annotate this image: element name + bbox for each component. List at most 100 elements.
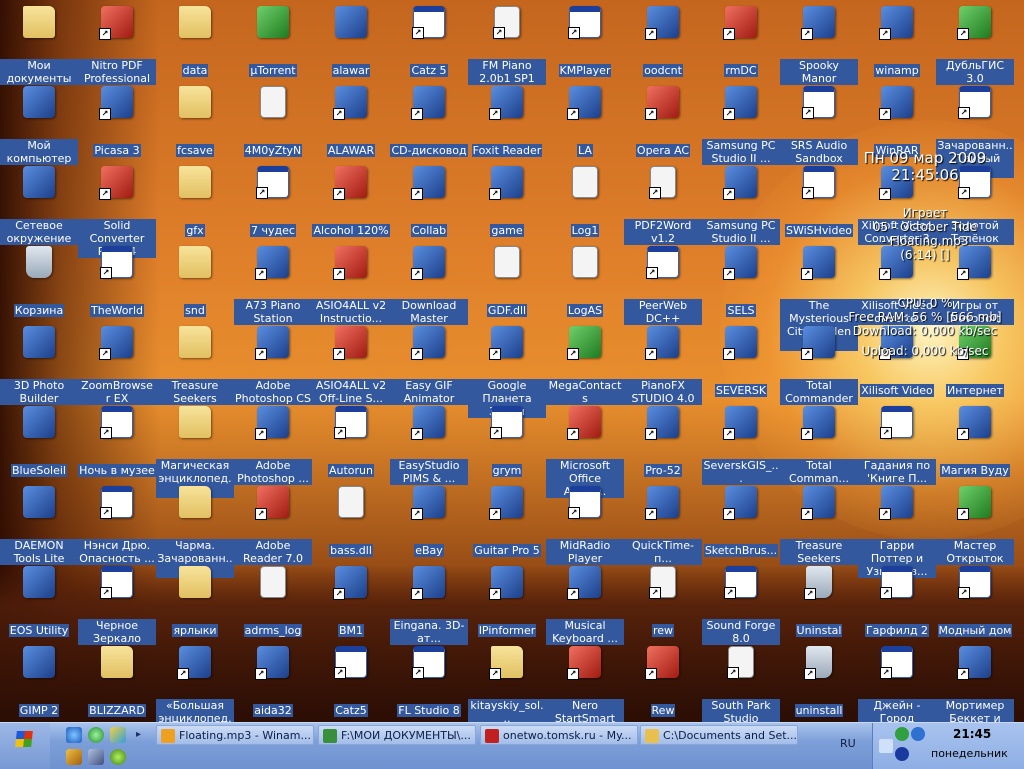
globe-quicklaunch-icon[interactable]	[88, 727, 104, 743]
desktop-icon[interactable]: µTorrent	[234, 2, 312, 80]
desktop-icon[interactable]: ↗ A73 Piano Station	[234, 242, 312, 325]
desktop-icon[interactable]: ↗ Catz5	[312, 642, 390, 720]
desktop-icon[interactable]: ↗ ASIO4ALL v2 Instructio...	[312, 242, 390, 325]
desktop-icon[interactable]: ↗ ALAWAR	[312, 82, 390, 160]
taskbar-button[interactable]: F:\МОИ ДОКУМЕНТЫ\...	[318, 725, 476, 745]
desktop-icon[interactable]: BLIZZARD	[78, 642, 156, 720]
desktop-icon[interactable]: ↗ aida32	[234, 642, 312, 720]
desktop-icon[interactable]: ↗ game	[468, 162, 546, 240]
desktop-icon[interactable]: gfx	[156, 162, 234, 240]
desktop-icon[interactable]: ↗ winamp	[858, 2, 936, 80]
desktop-icon[interactable]: ↗ oodcnt	[624, 2, 702, 80]
desktop-icon[interactable]: ↗ Adobe Photoshop ...	[234, 402, 312, 485]
desktop-icon[interactable]: ↗ EasyStudio PIMS & ...	[390, 402, 468, 485]
desktop-icon[interactable]: ↗ Rew	[624, 642, 702, 720]
desktop-icon[interactable]: snd	[156, 242, 234, 320]
desktop-icon[interactable]: Log1	[546, 162, 624, 240]
desktop-icon[interactable]: ↗ Guitar Pro 5	[468, 482, 546, 560]
desktop-icon[interactable]: ярлыки	[156, 562, 234, 640]
desktop-icon[interactable]: ↗ Alcohol 120%	[312, 162, 390, 240]
start-button[interactable]	[0, 723, 50, 769]
triangle-quicklaunch-icon[interactable]	[110, 727, 126, 743]
desktop-icon[interactable]: ↗Google Планета Земля	[468, 322, 546, 418]
desktop-icon[interactable]: ↗ SRS Audio Sandbox	[780, 82, 858, 165]
chevron-right-icon[interactable]: ▸	[136, 729, 144, 741]
desktop-icon[interactable]: ↗ ASIO4ALL v2 Off-Line S...	[312, 322, 390, 405]
desktop-icon[interactable]: ↗ South Park Studio	[702, 642, 780, 722]
desktop-icon[interactable]: ↗ uninstall	[780, 642, 858, 720]
desktop-icon[interactable]: ↗ Мастер Открыток	[936, 482, 1014, 565]
desktop-icon[interactable]: ↗ Черное Зеркало	[78, 562, 156, 645]
desktop-icon[interactable]: ↗ PDF2Word v1.2	[624, 162, 702, 245]
desktop-icon[interactable]: ↗ TheWorld	[78, 242, 156, 320]
desktop-icon[interactable]: ↗ Sound Forge 8.0	[702, 562, 780, 645]
desktop-icon[interactable]: Сетевое окружение	[0, 162, 78, 245]
desktop-icon[interactable]: ↗Microsoft Office Acces...	[546, 402, 624, 498]
desktop-icon[interactable]: ↗ Uninstal	[780, 562, 858, 640]
desktop-icon[interactable]: ↗ Total Comman...	[780, 402, 858, 485]
desktop-icon[interactable]: ↗ MidRadio Player	[546, 482, 624, 565]
ie-quicklaunch-icon[interactable]	[66, 727, 82, 743]
desktop-icon[interactable]: ↗ Nitro PDF Professional	[78, 2, 156, 85]
desktop-icon[interactable]: Мой компьютер	[0, 82, 78, 165]
desktop-icon[interactable]: ↗ Eingana. 3D-ат...	[390, 562, 468, 645]
desktop-icon[interactable]: ↗ Нэнси Дрю. Опасность ...	[78, 482, 156, 565]
desktop-icon[interactable]: ↗ CD-дисковод	[390, 82, 468, 160]
desktop-icon[interactable]: ↗ kitayskiy_sol...	[468, 642, 546, 722]
desktop-icon[interactable]: ↗ KMPlayer	[546, 2, 624, 80]
desktop-icon[interactable]: ↗ Download Master	[390, 242, 468, 325]
desktop-icon[interactable]: ↗ Foxit Reader	[468, 82, 546, 160]
desktop-icon[interactable]: ↗ SEVERSK	[702, 322, 780, 400]
desktop-icon[interactable]: ↗ rew	[624, 562, 702, 640]
desktop-icon[interactable]: ↗ QuickTime-п...	[624, 482, 702, 565]
desktop-icon[interactable]: ↗ Гарфилд 2	[858, 562, 936, 640]
desktop-icon[interactable]: ↗ Модный дом	[936, 562, 1014, 640]
desktop-icon[interactable]: ↗ Easy GIF Animator	[390, 322, 468, 405]
desktop-icon[interactable]: adrms_log	[234, 562, 312, 640]
desktop-icon[interactable]: Чарма. Зачарованн...	[156, 482, 234, 578]
desktop-icon[interactable]: ↗ PeerWeb DC++	[624, 242, 702, 325]
desktop-icon[interactable]: ↗ «Большая энциклопед...	[156, 642, 234, 722]
desktop-icon[interactable]: ↗ SeverskGIS_...	[702, 402, 780, 485]
desktop-icon[interactable]: ↗ Ночь в музее	[78, 402, 156, 480]
desktop-icon[interactable]: ↗ LA	[546, 82, 624, 160]
desktop-icon[interactable]: Корзина	[0, 242, 78, 320]
language-indicator[interactable]: RU	[840, 737, 856, 750]
desktop-icon[interactable]: ↗ Гадания по 'Книге П...	[858, 402, 936, 485]
tray-messenger-icon[interactable]	[911, 727, 925, 741]
desktop-icon[interactable]: ↗ FM Piano 2.0b1 SP1	[468, 2, 546, 85]
desktop-icon[interactable]: GDF.dll	[468, 242, 546, 320]
desktop-icon[interactable]: ↗ FL Studio 8	[390, 642, 468, 720]
taskbar-button[interactable]: onetwo.tomsk.ru - My...	[480, 725, 638, 745]
desktop-icon[interactable]: ↗ rmDC	[702, 2, 780, 80]
desktop-icon[interactable]: ↗ PianoFX STUDIO 4.0	[624, 322, 702, 405]
tray-network-icon[interactable]	[895, 727, 909, 741]
desktop-icon[interactable]: ↗ ZoomBrowser EX	[78, 322, 156, 405]
desktop-icon[interactable]: ↗ Samsung PC Studio II ...	[702, 82, 780, 165]
desktop-icon[interactable]: alawar	[312, 2, 390, 80]
desktop-icon[interactable]: ↗ Treasure Seekers	[780, 482, 858, 565]
desktop-icon[interactable]: ↗Гарри Поттер и Узник Аз...	[858, 482, 936, 578]
desktop-icon[interactable]: BlueSoleil	[0, 402, 78, 480]
desktop-icon[interactable]: GIMP 2	[0, 642, 78, 720]
desktop-icon[interactable]: data	[156, 2, 234, 80]
desktop-icon[interactable]: fcsave	[156, 82, 234, 160]
desktop-icon[interactable]: 3D Photo Builder	[0, 322, 78, 405]
desktop-icon[interactable]: ↗ grym	[468, 402, 546, 480]
desktop-icon[interactable]: ↗ BM1	[312, 562, 390, 640]
desktop-icon[interactable]: ↗ Samsung PC Studio II ...	[702, 162, 780, 245]
desktop-icon[interactable]: ↗ Spooky Manor	[780, 2, 858, 85]
desktop-icon[interactable]: Treasure Seekers	[156, 322, 234, 405]
desktop-icon[interactable]: ↗ Picasa 3	[78, 82, 156, 160]
desktop-icon[interactable]: ↗ Мортимер Беккет и та...	[936, 642, 1014, 722]
desktop-icon[interactable]: ↗ SELS	[702, 242, 780, 320]
desktop-icon[interactable]: ↗ 7 чудес	[234, 162, 312, 240]
desktop-icon[interactable]: ↗ IPinformer	[468, 562, 546, 640]
desktop-icon[interactable]: bass.dll	[312, 482, 390, 560]
taskbar-button[interactable]: Floating.mp3 - Winam...	[156, 725, 314, 745]
desktop-icon[interactable]: ↗ Nero StartSmart	[546, 642, 624, 722]
taskbar-button[interactable]: C:\Documents and Set...	[640, 725, 798, 745]
desktop-icon[interactable]: ↗ Musical Keyboard ...	[546, 562, 624, 645]
desktop-icon[interactable]: ↗ Opera AC	[624, 82, 702, 160]
desktop[interactable]: Мои документы ↗ Nitro PDF Professional data…	[0, 0, 1024, 722]
